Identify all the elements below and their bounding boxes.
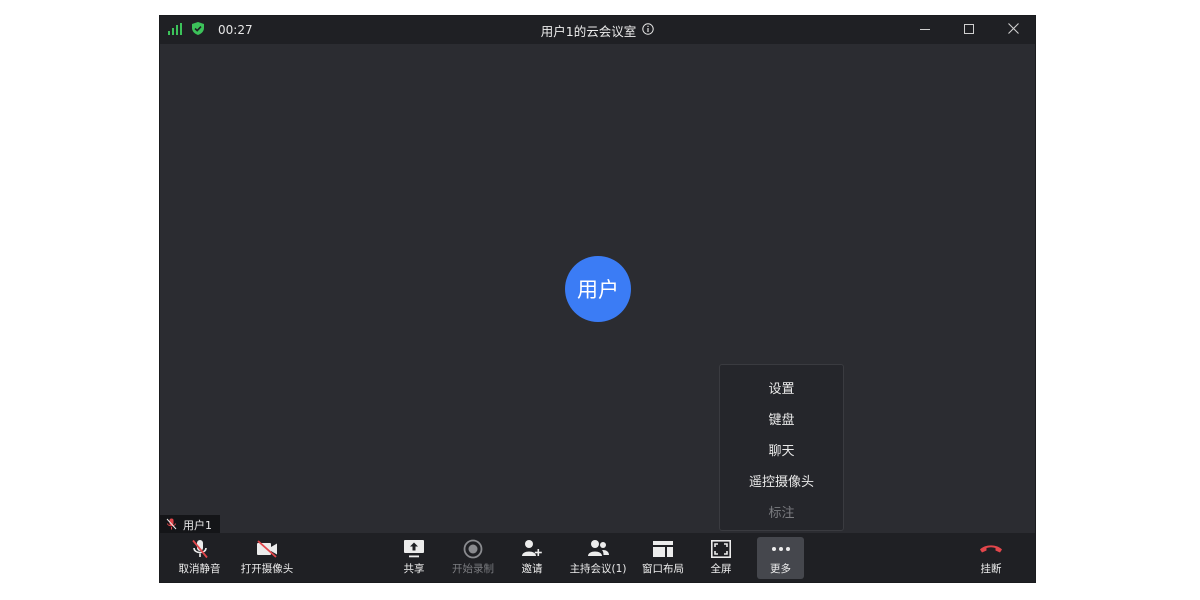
participant-name-tag: 用户1 [160, 515, 220, 535]
layout-label: 窗口布局 [642, 563, 684, 575]
close-icon [1007, 23, 1019, 37]
more-label: 更多 [770, 563, 791, 575]
meeting-timer: 00:27 [218, 23, 253, 37]
camera-label: 打开摄像头 [240, 563, 294, 575]
camera-off-icon [256, 537, 278, 561]
more-menu: 设置 键盘 聊天 遥控摄像头 标注 [719, 364, 844, 531]
title-bar-status: 00:27 [168, 16, 253, 44]
menu-item-keyboard[interactable]: 键盘 [720, 403, 843, 434]
signal-icon[interactable] [168, 22, 182, 38]
invite-button[interactable]: 邀请 [515, 537, 549, 579]
unmute-button[interactable]: 取消静音 [172, 537, 227, 579]
menu-item-remote-camera[interactable]: 遥控摄像头 [720, 465, 843, 496]
start-camera-button[interactable]: 打开摄像头 [237, 537, 297, 579]
fullscreen-label: 全屏 [710, 563, 732, 575]
share-screen-icon [403, 537, 425, 561]
share-label: 共享 [403, 563, 425, 575]
close-button[interactable] [991, 16, 1035, 44]
menu-item-settings[interactable]: 设置 [720, 372, 843, 403]
mic-muted-icon [166, 518, 177, 533]
maximize-button[interactable] [947, 16, 991, 44]
window-layout-button[interactable]: 窗口布局 [640, 537, 686, 579]
participant-name: 用户1 [183, 519, 212, 532]
minimize-icon [920, 23, 930, 37]
fullscreen-icon [711, 537, 731, 561]
more-icon [771, 537, 791, 561]
info-icon[interactable] [642, 22, 654, 38]
layout-icon [652, 537, 674, 561]
more-button[interactable]: 更多 [757, 537, 804, 579]
participants-icon [586, 537, 610, 561]
bottom-toolbar: 取消静音 打开摄像头 共享 开始录制 邀请 主持会议(1) 窗口布局 全屏 更多… [160, 533, 1035, 582]
title-bar: 00:27 用户1的云会议室 [160, 16, 1035, 44]
unmute-label: 取消静音 [178, 563, 221, 575]
meeting-title: 用户1的云会议室 [540, 23, 637, 39]
add-user-icon [521, 537, 543, 561]
host-label: 主持会议(1) [569, 563, 627, 575]
window-controls [903, 16, 1035, 44]
record-label: 开始录制 [452, 563, 494, 575]
invite-label: 邀请 [521, 563, 543, 575]
meeting-window: 00:27 用户1的云会议室 用户 用户1 设置 键盘 聊天 遥控摄像头 标注 … [159, 15, 1036, 583]
start-recording-button[interactable]: 开始录制 [449, 537, 497, 579]
shield-check-icon[interactable] [192, 22, 204, 38]
menu-item-chat[interactable]: 聊天 [720, 434, 843, 465]
menu-item-annotate: 标注 [768, 506, 795, 521]
participant-avatar: 用户 [565, 256, 631, 322]
minimize-button[interactable] [903, 16, 947, 44]
hangup-icon [979, 537, 1003, 561]
host-meeting-button[interactable]: 主持会议(1) [566, 537, 630, 579]
maximize-icon [964, 23, 974, 37]
hangup-label: 挂断 [980, 563, 1002, 575]
fullscreen-button[interactable]: 全屏 [706, 537, 736, 579]
mic-muted-icon [191, 537, 209, 561]
share-button[interactable]: 共享 [394, 537, 434, 579]
hangup-button[interactable]: 挂断 [974, 537, 1008, 579]
record-icon [463, 537, 483, 561]
